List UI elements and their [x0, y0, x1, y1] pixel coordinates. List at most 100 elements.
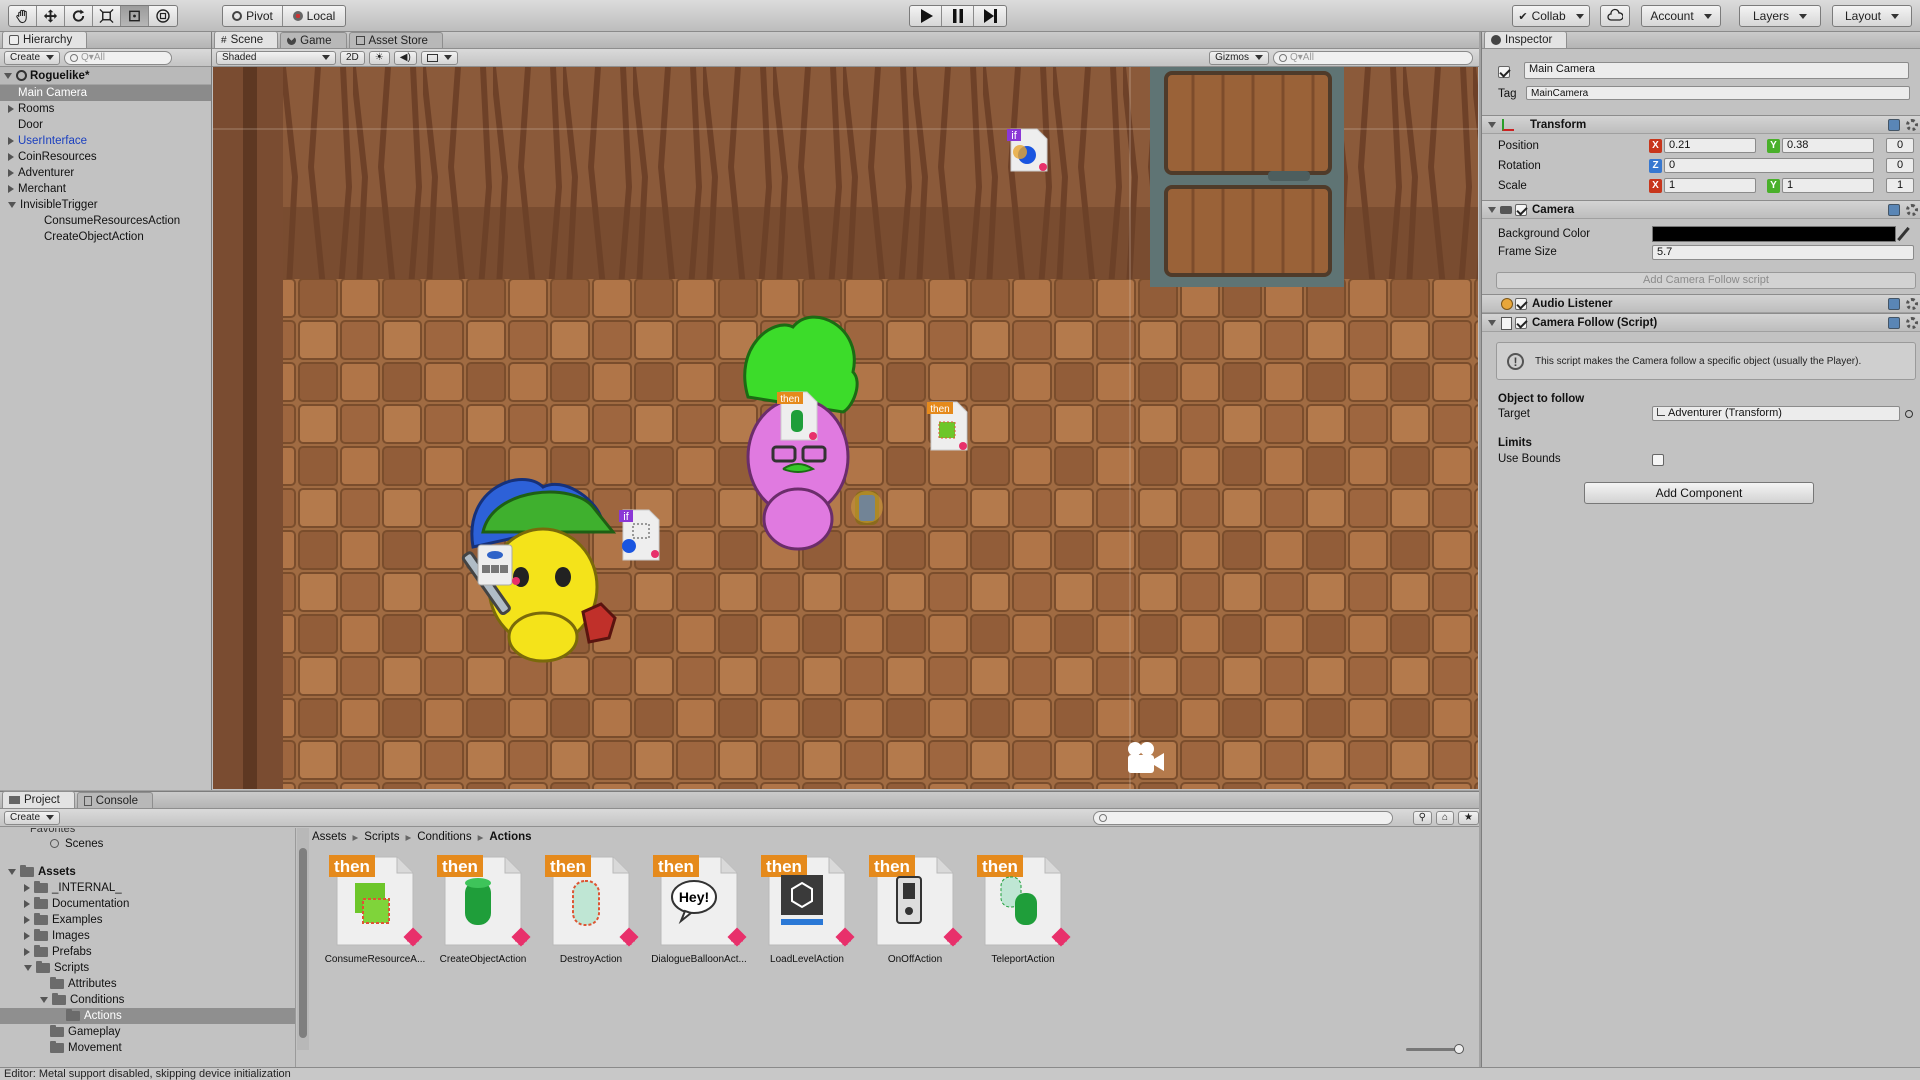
- help-icon[interactable]: [1888, 298, 1900, 310]
- then-action-node-1[interactable]: then: [777, 391, 818, 441]
- use-bounds-checkbox[interactable]: [1652, 454, 1664, 466]
- asset-item[interactable]: then TeleportAction: [973, 853, 1073, 965]
- rotate-tool-button[interactable]: [65, 6, 93, 26]
- expand-arrow-icon[interactable]: [8, 136, 14, 145]
- scene-root-row[interactable]: Roguelike*: [0, 67, 211, 85]
- asset-item[interactable]: then OnOffAction: [865, 853, 965, 965]
- help-icon[interactable]: [1888, 317, 1900, 329]
- tab-scene[interactable]: # Scene: [214, 31, 279, 48]
- expand-arrow-icon[interactable]: [8, 168, 14, 177]
- project-tree-item[interactable]: Images: [0, 928, 295, 944]
- project-tree-item[interactable]: Assets: [0, 864, 295, 880]
- tab-game[interactable]: Game: [280, 32, 347, 48]
- project-tree-item[interactable]: Examples: [0, 912, 295, 928]
- then-action-node-2[interactable]: then: [927, 401, 968, 451]
- scale-x-field[interactable]: 1: [1664, 178, 1756, 193]
- collab-dropdown[interactable]: ✔ Collab: [1512, 5, 1590, 27]
- if-condition-node-door[interactable]: if: [1007, 128, 1048, 172]
- project-tree-item[interactable]: Attributes: [0, 976, 295, 992]
- zoom-slider[interactable]: [1406, 1044, 1464, 1054]
- expand-arrow-icon[interactable]: [24, 883, 30, 892]
- hierarchy-item[interactable]: UserInterface: [0, 133, 211, 149]
- expand-arrow-icon[interactable]: [8, 868, 16, 875]
- hierarchy-item[interactable]: Adventurer: [0, 165, 211, 181]
- tab-hierarchy[interactable]: Hierarchy: [2, 31, 88, 48]
- position-x-field[interactable]: 0.21: [1664, 138, 1756, 153]
- project-tree-item[interactable]: Actions: [0, 1008, 295, 1024]
- asset-item[interactable]: then Hey! DialogueBalloonAct...: [649, 853, 749, 965]
- play-button[interactable]: [910, 6, 942, 26]
- active-checkbox[interactable]: [1498, 66, 1510, 78]
- gear-icon[interactable]: [1906, 119, 1918, 131]
- help-icon[interactable]: [1888, 204, 1900, 216]
- project-tree-item[interactable]: Scripts: [0, 960, 295, 976]
- hierarchy-item[interactable]: CoinResources: [0, 149, 211, 165]
- transform-tool-button[interactable]: [149, 6, 177, 26]
- project-tree-item[interactable]: Gameplay: [0, 1024, 295, 1040]
- cloud-button-inner[interactable]: [1601, 6, 1629, 26]
- expand-arrow-icon[interactable]: [8, 152, 14, 161]
- hierarchy-item[interactable]: InvisibleTrigger: [0, 197, 211, 213]
- add-component-button[interactable]: Add Component: [1584, 482, 1814, 504]
- step-button[interactable]: [974, 6, 1006, 26]
- hierarchy-item[interactable]: Door: [0, 117, 211, 133]
- layers-dropdown[interactable]: Layers: [1739, 5, 1821, 27]
- follow-enabled-checkbox[interactable]: [1515, 317, 1527, 329]
- scene-viewport[interactable]: if if then then: [213, 67, 1478, 789]
- layers-button[interactable]: Layers: [1740, 6, 1820, 26]
- gizmos-dropdown[interactable]: Gizmos: [1209, 50, 1269, 65]
- asset-item[interactable]: then DestroyAction: [541, 853, 641, 965]
- project-tree-item[interactable]: Prefabs: [0, 944, 295, 960]
- gear-icon[interactable]: [1906, 204, 1918, 216]
- asset-item[interactable]: then CreateObjectAction: [433, 853, 533, 965]
- if-condition-node-floor[interactable]: if: [619, 509, 660, 561]
- tab-asset-store[interactable]: Asset Store: [348, 32, 443, 48]
- asset-item[interactable]: then LoadLevelAction: [757, 853, 857, 965]
- expand-arrow-icon[interactable]: [24, 947, 30, 956]
- breadcrumb-item[interactable]: Actions: [489, 831, 531, 843]
- expand-arrow-icon[interactable]: [8, 201, 16, 208]
- move-tool-button[interactable]: [37, 6, 65, 26]
- hand-tool-button[interactable]: [9, 6, 37, 26]
- audio-enabled-checkbox[interactable]: [1515, 298, 1527, 310]
- layout-button[interactable]: Layout: [1833, 6, 1911, 26]
- local-button[interactable]: Local: [283, 6, 345, 26]
- position-y-field[interactable]: 0.38: [1782, 138, 1874, 153]
- audio-listener-header[interactable]: Audio Listener: [1482, 294, 1920, 313]
- project-tree-item[interactable]: Movement: [0, 1040, 295, 1056]
- tab-project[interactable]: Project: [2, 791, 75, 808]
- breadcrumb-item[interactable]: Assets: [312, 831, 347, 843]
- expand-arrow-icon[interactable]: [8, 184, 14, 193]
- rotation-extra-field[interactable]: 0: [1886, 158, 1914, 173]
- breadcrumb-item[interactable]: Scripts: [364, 831, 399, 843]
- door-sprite[interactable]: [1150, 67, 1344, 287]
- hierarchy-item[interactable]: CreateObjectAction: [0, 229, 211, 245]
- favorites-row[interactable]: Favorites: [0, 828, 295, 836]
- project-tree-item[interactable]: Scenes: [0, 836, 295, 852]
- tab-console[interactable]: Console: [76, 792, 153, 808]
- collab-button[interactable]: ✔ Collab: [1513, 6, 1589, 26]
- rect-tool-button[interactable]: [121, 6, 149, 26]
- hierarchy-item[interactable]: Rooms: [0, 101, 211, 117]
- expand-arrow-icon[interactable]: [24, 964, 32, 971]
- rotation-z-field[interactable]: 0: [1664, 158, 1874, 173]
- tree-scrollbar[interactable]: [297, 828, 309, 1050]
- breadcrumb-item[interactable]: Conditions: [417, 831, 471, 843]
- layout-dropdown[interactable]: Layout: [1832, 5, 1912, 27]
- favorites-button[interactable]: ★: [1458, 810, 1479, 825]
- shading-mode-dropdown[interactable]: Shaded: [216, 50, 336, 65]
- project-tree-item[interactable]: Documentation: [0, 896, 295, 912]
- audio-toggle[interactable]: ◀): [393, 50, 417, 65]
- filter-by-type-button[interactable]: ⚲: [1412, 810, 1432, 825]
- background-color-swatch[interactable]: [1652, 226, 1896, 242]
- add-camera-follow-button[interactable]: Add Camera Follow script: [1496, 272, 1916, 289]
- hierarchy-create-button[interactable]: Create: [4, 50, 61, 65]
- object-picker-icon[interactable]: [1905, 410, 1913, 418]
- account-button[interactable]: Account: [1642, 6, 1720, 26]
- tag-dropdown[interactable]: MainCamera: [1526, 86, 1910, 100]
- project-tree-item[interactable]: Conditions: [0, 992, 295, 1008]
- 2d-toggle[interactable]: 2D: [340, 50, 365, 65]
- position-z-field[interactable]: 0: [1886, 138, 1914, 153]
- scene-search-input[interactable]: Q▾All: [1273, 50, 1473, 65]
- scale-tool-button[interactable]: [93, 6, 121, 26]
